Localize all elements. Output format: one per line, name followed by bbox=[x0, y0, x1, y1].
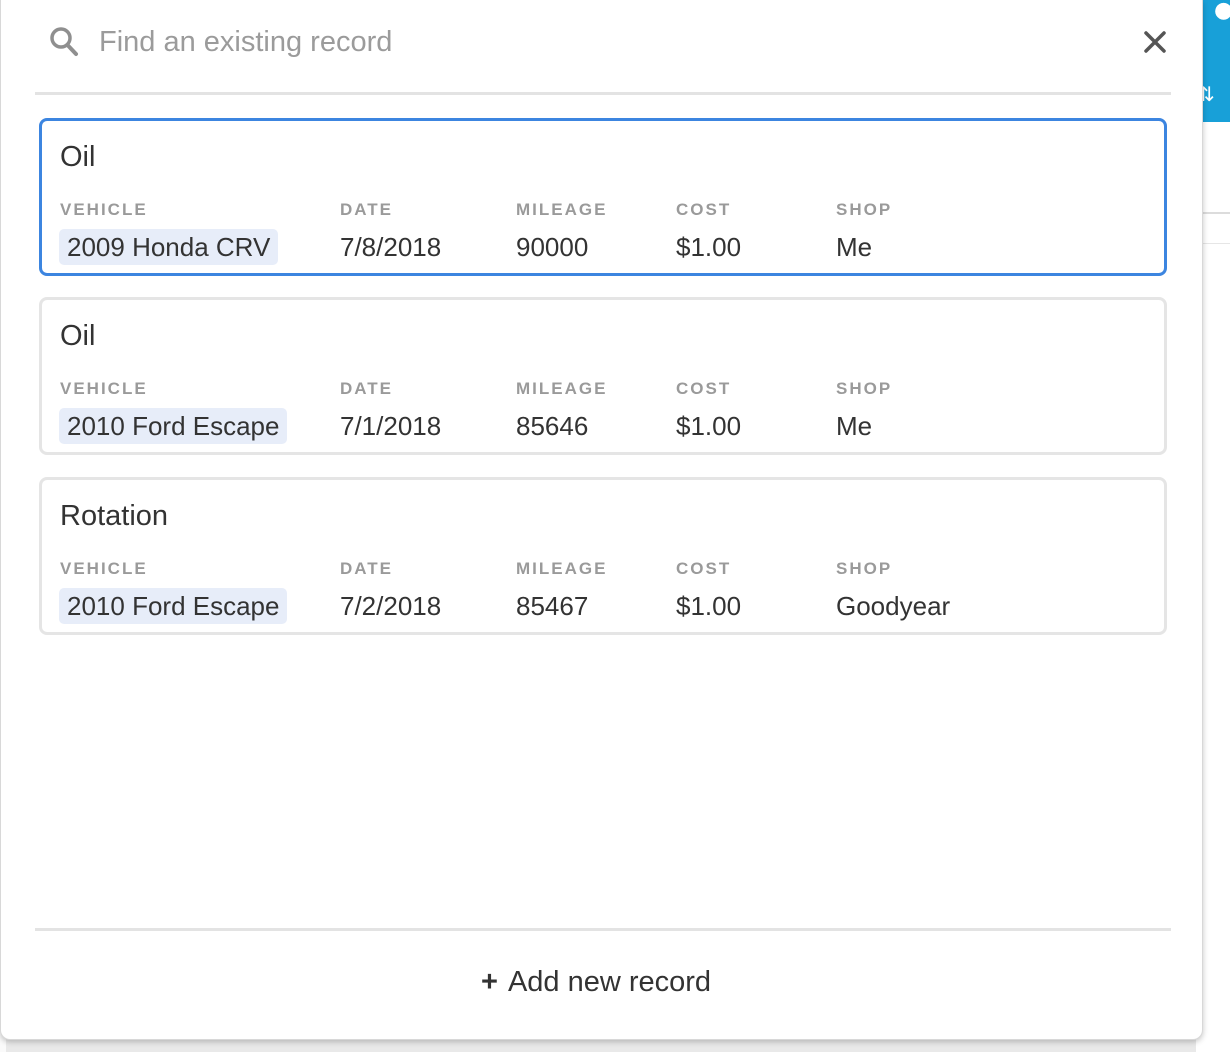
vehicle-field: VEHICLE 2009 Honda CRV bbox=[59, 199, 279, 265]
vehicle-chip: 2010 Ford Escape bbox=[59, 588, 288, 624]
vehicle-label: VEHICLE bbox=[60, 200, 148, 219]
record-card-3[interactable]: Rotation VEHICLE 2010 Ford Escape DATE 7… bbox=[39, 477, 1167, 635]
record-card-2[interactable]: Oil VEHICLE 2010 Ford Escape DATE 7/1/20… bbox=[39, 297, 1167, 455]
cost-label: COST bbox=[676, 559, 732, 578]
record-title: Oil bbox=[60, 141, 96, 173]
mileage-label: MILEAGE bbox=[516, 379, 608, 398]
mileage-value: 85467 bbox=[516, 591, 589, 621]
vehicle-chip: 2009 Honda CRV bbox=[59, 229, 279, 265]
date-value: 7/8/2018 bbox=[340, 232, 442, 262]
shop-value: Goodyear bbox=[836, 591, 951, 621]
search-bar bbox=[35, 0, 1171, 95]
search-icon bbox=[50, 27, 78, 56]
mileage-value: 90000 bbox=[516, 232, 589, 262]
cost-field: COST $1.00 bbox=[676, 199, 741, 265]
cost-label: COST bbox=[676, 200, 732, 219]
vehicle-label: VEHICLE bbox=[60, 559, 148, 578]
cost-value: $1.00 bbox=[676, 591, 742, 621]
vehicle-field: VEHICLE 2010 Ford Escape bbox=[59, 558, 288, 624]
cost-field: COST $1.00 bbox=[676, 558, 741, 624]
date-label: DATE bbox=[340, 200, 394, 219]
shop-value: Me bbox=[836, 411, 873, 441]
cost-value: $1.00 bbox=[676, 411, 742, 441]
date-value: 7/1/2018 bbox=[340, 411, 442, 441]
record-picker-dialog: Oil VEHICLE 2009 Honda CRV DATE 7/8/2018… bbox=[0, 0, 1203, 1040]
vehicle-chip: 2010 Ford Escape bbox=[59, 408, 288, 444]
record-title: Oil bbox=[60, 320, 96, 352]
mileage-label: MILEAGE bbox=[516, 559, 608, 578]
close-icon[interactable] bbox=[1141, 28, 1169, 56]
add-new-record-button[interactable]: + Add new record bbox=[481, 958, 711, 1006]
shop-label: SHOP bbox=[836, 559, 893, 578]
add-new-record-label: Add new record bbox=[507, 965, 712, 998]
background-bell-icon: ● bbox=[1214, 0, 1230, 23]
cost-value: $1.00 bbox=[676, 232, 742, 262]
cost-label: COST bbox=[676, 379, 732, 398]
shop-value: Me bbox=[836, 232, 873, 262]
date-field: DATE 7/2/2018 bbox=[340, 558, 441, 624]
date-label: DATE bbox=[340, 559, 394, 578]
mileage-field: MILEAGE 85467 bbox=[516, 558, 607, 624]
date-label: DATE bbox=[340, 379, 394, 398]
footer-divider bbox=[35, 928, 1171, 931]
cost-field: COST $1.00 bbox=[676, 378, 741, 444]
mileage-value: 85646 bbox=[516, 411, 589, 441]
record-card-1[interactable]: Oil VEHICLE 2009 Honda CRV DATE 7/8/2018… bbox=[39, 118, 1167, 276]
date-field: DATE 7/1/2018 bbox=[340, 378, 441, 444]
date-field: DATE 7/8/2018 bbox=[340, 199, 441, 265]
shop-label: SHOP bbox=[836, 379, 893, 398]
shop-label: SHOP bbox=[836, 200, 893, 219]
date-value: 7/2/2018 bbox=[340, 591, 442, 621]
shop-field: SHOP Me bbox=[836, 378, 892, 444]
shop-field: SHOP Me bbox=[836, 199, 892, 265]
mileage-field: MILEAGE 90000 bbox=[516, 199, 607, 265]
record-title: Rotation bbox=[60, 500, 169, 532]
mileage-field: MILEAGE 85646 bbox=[516, 378, 607, 444]
search-input[interactable] bbox=[99, 20, 999, 64]
vehicle-label: VEHICLE bbox=[60, 379, 148, 398]
vehicle-field: VEHICLE 2010 Ford Escape bbox=[59, 378, 288, 444]
shop-field: SHOP Goodyear bbox=[836, 558, 950, 624]
mileage-label: MILEAGE bbox=[516, 200, 608, 219]
plus-icon: + bbox=[481, 965, 498, 998]
